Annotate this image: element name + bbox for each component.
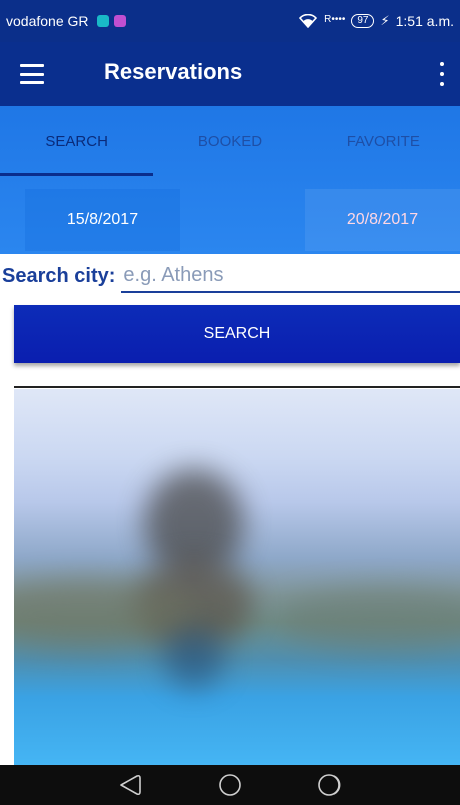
status-bar: vodafone GR R•••• 97 ⚡ 1:51 a.m. xyxy=(0,0,460,42)
search-button[interactable]: SEARCH xyxy=(14,305,460,363)
tab-bar: SEARCH BOOKED FAVORITE xyxy=(0,106,460,176)
photo-blob xyxy=(274,589,460,649)
divider xyxy=(14,386,460,388)
recent-apps-icon[interactable] xyxy=(315,770,345,800)
tab-booked[interactable]: BOOKED xyxy=(153,106,306,176)
menu-icon[interactable] xyxy=(20,64,44,84)
app-bar: Reservations xyxy=(0,42,460,106)
search-panel: SEARCH BOOKED FAVORITE 15/8/2017 20/8/20… xyxy=(0,106,460,254)
photo-blob xyxy=(164,629,224,689)
app-notification-icon xyxy=(113,15,126,27)
search-city-input[interactable] xyxy=(121,259,460,293)
back-triangle-icon[interactable] xyxy=(115,770,145,800)
wifi-icon xyxy=(299,14,318,28)
page-title: Reservations xyxy=(104,59,243,84)
end-date-picker[interactable]: 20/8/2017 xyxy=(305,189,460,251)
search-city-row: Search city: xyxy=(0,256,460,296)
home-circle-icon[interactable] xyxy=(215,770,245,800)
battery-icon: 97 xyxy=(351,14,375,28)
background-photo xyxy=(14,389,460,765)
signal-indicator: R•••• xyxy=(324,14,346,25)
system-nav-bar xyxy=(0,765,460,805)
more-vert-icon[interactable] xyxy=(438,62,446,86)
clock: 1:51 a.m. xyxy=(395,13,454,29)
start-date-picker[interactable]: 15/8/2017 xyxy=(25,189,180,251)
search-city-label: Search city: xyxy=(2,264,116,287)
tab-favorite[interactable]: FAVORITE xyxy=(307,106,460,176)
message-notification-icon xyxy=(96,15,109,27)
tab-search[interactable]: SEARCH xyxy=(0,106,154,176)
status-left: vodafone GR xyxy=(6,13,126,29)
status-right: R•••• 97 ⚡ 1:51 a.m. xyxy=(298,13,454,29)
bolt-icon: ⚡ xyxy=(380,13,390,28)
carrier-name: vodafone GR xyxy=(6,13,89,29)
